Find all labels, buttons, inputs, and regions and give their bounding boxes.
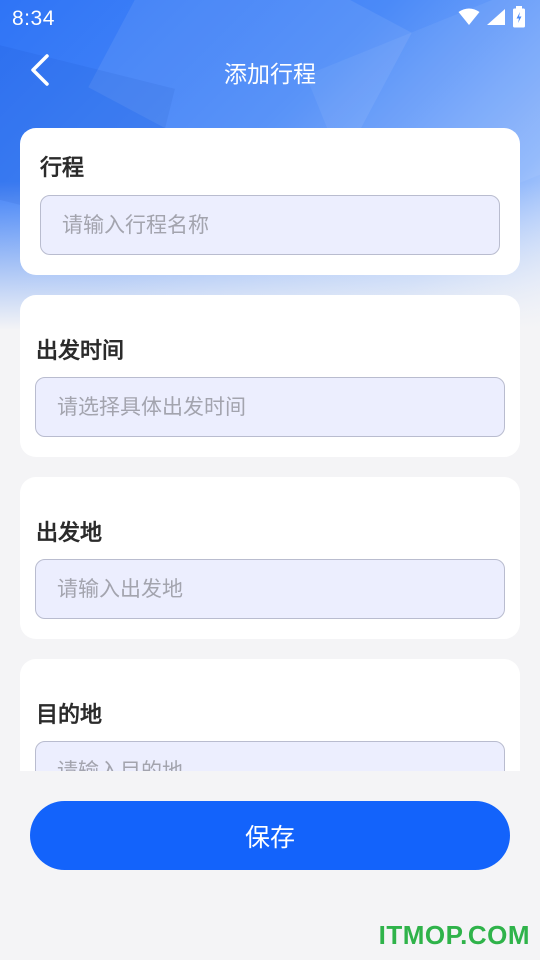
page-title: 添加行程 [224,62,316,88]
destination-input[interactable] [57,759,504,771]
destination-label: 目的地 [36,703,103,728]
departure-time-input[interactable] [57,395,504,419]
departure-time-card: 出发时间 [20,295,520,457]
nav-bar: 添加行程 [0,44,540,100]
origin-label: 出发地 [36,521,103,546]
departure-time-field[interactable] [35,377,505,437]
status-bar: 8:34 [0,0,540,38]
destination-field[interactable] [35,741,505,771]
watermark: ITMOP.COM [378,920,530,950]
trip-label: 行程 [40,156,85,181]
back-button[interactable] [22,54,58,90]
status-icons [458,6,526,32]
save-button[interactable]: 保存 [30,801,510,870]
chevron-left-icon [29,53,51,91]
trip-name-field[interactable] [40,195,500,255]
trip-name-input[interactable] [62,213,499,237]
origin-card: 出发地 [20,477,520,639]
destination-card: 目的地 [20,659,520,771]
status-time: 8:34 [12,7,55,30]
battery-icon [512,6,526,32]
form-scroll-area[interactable]: 行程 出发时间 出发地 目的地 [0,128,540,771]
origin-input[interactable] [57,577,504,601]
departure-time-label: 出发时间 [36,339,125,364]
wifi-icon [458,8,480,30]
trip-card: 行程 [20,128,520,275]
origin-field[interactable] [35,559,505,619]
signal-icon [486,8,506,30]
